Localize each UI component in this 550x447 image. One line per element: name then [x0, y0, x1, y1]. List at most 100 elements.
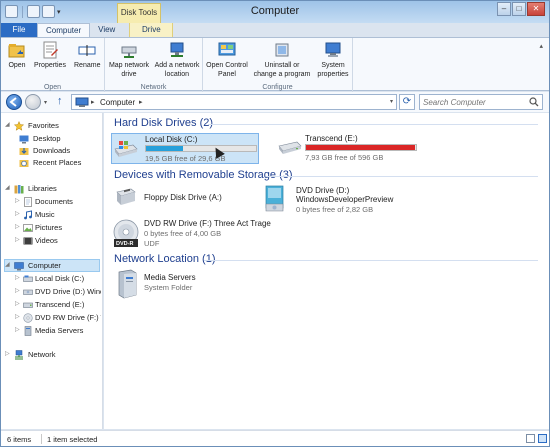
drive-dvd-rw[interactable]: DVD-R DVD RW Drive (F:) Three Act Trage … [112, 217, 272, 251]
tab-computer[interactable]: Computer [37, 23, 91, 37]
group-header-hard-disks[interactable]: Hard Disk Drives (2) [114, 117, 213, 129]
close-button[interactable]: ✕ [527, 2, 545, 16]
toolbar-divider [22, 5, 23, 18]
window-title: Computer [250, 5, 300, 17]
recent-locations-icon[interactable]: ▾ [44, 99, 47, 106]
breadcrumb-chevron-icon[interactable]: ▸ [91, 98, 95, 106]
breadcrumb-chevron-icon[interactable]: ▸ [139, 98, 143, 106]
uninstall-icon [275, 43, 289, 57]
tab-file[interactable]: File [1, 23, 37, 37]
expand-arrow-icon[interactable]: ▷ [15, 223, 20, 230]
nav-item-local-disk[interactable]: ▷ Local Disk (C:) [15, 273, 101, 285]
nav-item-videos[interactable]: ▷ Videos [15, 235, 101, 247]
nav-item-desktop[interactable]: Desktop [19, 133, 101, 145]
expand-arrow-icon[interactable]: ▷ [15, 287, 20, 294]
tiles-view-icon[interactable] [538, 434, 547, 443]
up-button[interactable]: ↑ [57, 95, 63, 107]
nav-favorites-label: Favorites [28, 121, 59, 130]
system-properties-button[interactable]: System properties [315, 41, 351, 79]
expand-arrow-icon[interactable]: ▷ [15, 326, 20, 333]
ribbon-group-configure: Open Control Panel Uninstall or change a… [203, 38, 353, 92]
add-network-location-button[interactable]: Add a network location [153, 41, 201, 79]
address-dropdown-icon[interactable]: ▾ [390, 98, 393, 105]
rename-icon [78, 45, 96, 56]
open-control-panel-button[interactable]: Open Control Panel [206, 41, 248, 79]
uninstall-program-button[interactable]: Uninstall or change a program [253, 41, 311, 79]
expand-arrow-icon[interactable]: ▷ [15, 197, 20, 204]
group-header-removable[interactable]: Devices with Removable Storage (3) [114, 169, 293, 181]
tab-view[interactable]: View [90, 23, 123, 37]
rename-button[interactable]: Rename [74, 41, 100, 70]
nav-network[interactable]: ▷ Network [5, 349, 101, 361]
drive-dvd[interactable]: DVD Drive (D:) WindowsDeveloperPreview 0… [262, 183, 432, 215]
breadcrumb[interactable]: Computer [100, 98, 135, 107]
collapse-arrow-icon[interactable]: ◢ [5, 184, 10, 191]
nav-item-media-servers[interactable]: ▷ Media Servers [15, 325, 101, 337]
group-header-network-location[interactable]: Network Location (1) [114, 253, 216, 265]
back-button[interactable] [6, 94, 22, 110]
drive-free-space: 0 bytes free of 4,00 GB [144, 229, 222, 238]
drive-volume-label: WindowsDeveloperPreview [296, 195, 394, 204]
nav-item-dvd-drive[interactable]: ▷ DVD Drive (D:) Wind [15, 286, 101, 298]
search-box[interactable] [419, 94, 543, 110]
drive-name: Floppy Disk Drive (A:) [144, 193, 222, 202]
nav-item-documents[interactable]: ▷ Documents [15, 196, 101, 208]
map-network-drive-label: Map network drive [108, 62, 150, 78]
disk-drive-icon [278, 141, 302, 154]
explorer-window: ▾ Disk Tools Computer – □ ✕ File Compute… [0, 0, 550, 447]
drive-local-disk[interactable]: Local Disk (C:) 19,5 GB free of 29,6 GB [111, 133, 259, 164]
drive-transcend[interactable]: Transcend (E:) 7,93 GB free of 596 GB [276, 133, 426, 164]
media-servers-item[interactable]: Media Servers System Folder [112, 268, 260, 300]
dvd-disc-icon [23, 313, 33, 323]
forward-button[interactable] [25, 94, 41, 110]
new-folder-icon[interactable] [42, 5, 55, 18]
expand-arrow-icon[interactable]: ▷ [15, 300, 20, 307]
navigation-bar: ▾ ↑ ▸ Computer ▸ ▾ ⟳ [1, 92, 549, 112]
map-network-drive-button[interactable]: Map network drive [107, 41, 151, 79]
nav-item-recent-places[interactable]: Recent Places [19, 157, 101, 169]
nav-item-label: Transcend (E:) [35, 300, 85, 309]
ribbon-collapse-icon[interactable]: ▴ [539, 42, 543, 50]
nav-item-transcend[interactable]: ▷ Transcend (E:) [15, 299, 101, 311]
expand-arrow-icon[interactable]: ▷ [15, 210, 20, 217]
address-bar[interactable]: ▸ Computer ▸ ▾ [71, 94, 397, 110]
nav-item-label: Recent Places [33, 158, 82, 167]
properties-icon[interactable] [27, 5, 40, 18]
contextual-tab-group: Disk Tools [117, 3, 161, 23]
expand-arrow-icon[interactable]: ▷ [5, 350, 10, 357]
nav-favorites[interactable]: ◢ Favorites [5, 120, 101, 132]
properties-label: Properties [34, 62, 66, 69]
open-button[interactable]: Open [6, 41, 28, 70]
properties-icon [43, 41, 58, 59]
expand-arrow-icon[interactable]: ▷ [15, 236, 20, 243]
recent-places-icon [19, 160, 29, 167]
tab-drive[interactable]: Drive [129, 23, 174, 37]
search-input[interactable] [423, 96, 527, 108]
collapse-arrow-icon[interactable]: ◢ [5, 261, 10, 268]
nav-item-music[interactable]: ▷ Music [15, 209, 101, 221]
drive-floppy[interactable]: Floppy Disk Drive (A:) [112, 185, 260, 209]
library-icon [14, 185, 24, 194]
collapse-arrow-icon[interactable]: ◢ [5, 121, 10, 128]
maximize-button[interactable]: □ [512, 2, 526, 16]
network-location-icon [170, 42, 184, 57]
properties-button[interactable]: Properties [33, 41, 67, 70]
nav-item-downloads[interactable]: Downloads [19, 145, 101, 157]
expand-arrow-icon[interactable]: ▷ [15, 274, 20, 281]
dvd-drive-icon [23, 289, 33, 295]
nav-item-dvd-rw-drive[interactable]: ▷ DVD RW Drive (F:) Tl [15, 312, 101, 324]
nav-libraries[interactable]: ◢ Libraries [5, 183, 101, 195]
ribbon-tabs: File Computer View Drive [1, 23, 549, 37]
network-drive-icon [121, 46, 137, 58]
refresh-button[interactable]: ⟳ [399, 94, 415, 110]
nav-item-pictures[interactable]: ▷ Pictures [15, 222, 101, 234]
nav-computer[interactable]: ◢ Computer [4, 259, 100, 272]
nav-network-label: Network [28, 350, 56, 359]
expand-arrow-icon[interactable]: ▷ [15, 313, 20, 320]
system-properties-icon [325, 42, 341, 57]
minimize-button[interactable]: – [497, 2, 511, 16]
chevron-down-icon[interactable]: ▾ [57, 8, 61, 16]
folder-icon[interactable] [5, 5, 18, 18]
details-view-icon[interactable] [526, 434, 535, 443]
ribbon-group-open-label: Open [43, 84, 62, 91]
